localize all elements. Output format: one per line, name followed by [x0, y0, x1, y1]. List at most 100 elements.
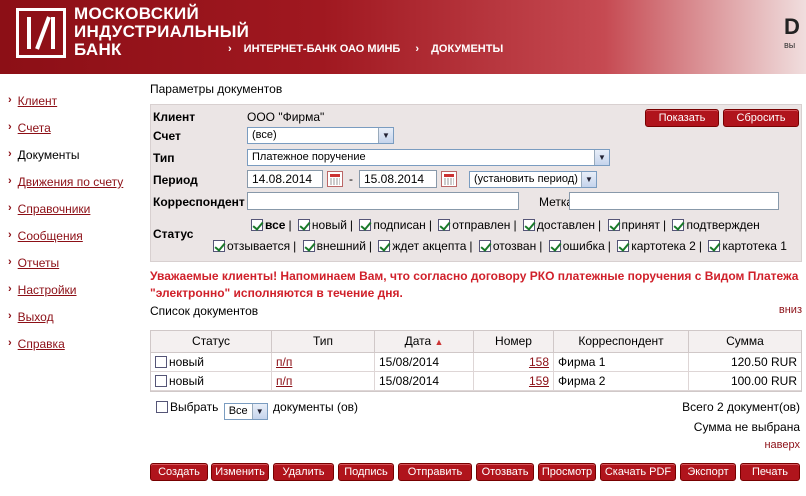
table-row[interactable]: новый п/п 15/08/2014 159 Фирма 2 100.00 …	[151, 372, 801, 391]
bank-logo[interactable]	[16, 8, 66, 58]
status-filter-file-2[interactable]: картотека 2	[617, 239, 696, 253]
status-filter-accepted[interactable]: принят	[607, 218, 660, 232]
download-pdf-button[interactable]: Скачать PDF	[600, 463, 676, 481]
sidebar-item-label[interactable]: Клиент	[18, 94, 58, 108]
breadcrumb-item-documents[interactable]: ДОКУМЕНТЫ	[431, 43, 503, 55]
checkbox[interactable]	[708, 240, 721, 252]
checkbox[interactable]	[297, 219, 310, 231]
column-header-number[interactable]: Номер	[474, 331, 554, 352]
row-checkbox[interactable]	[155, 356, 167, 368]
sidebar-item-label[interactable]: Движения по счету	[18, 175, 124, 189]
status-filter-sent[interactable]: отправлен	[438, 218, 510, 232]
document-type-link[interactable]: п/п	[276, 374, 292, 388]
print-button[interactable]: Печать	[740, 463, 800, 481]
status-filter-label: картотека 1	[722, 239, 787, 253]
status-filter-confirmed[interactable]: подтвержден	[672, 218, 760, 232]
column-header-date[interactable]: Дата ▲	[375, 331, 474, 352]
checkbox[interactable]	[213, 240, 225, 252]
select-scope-dropdown[interactable]: Все ▼	[223, 403, 268, 420]
sidebar-item-documents[interactable]: › Документы	[8, 148, 138, 175]
document-number-link[interactable]: 159	[529, 374, 549, 388]
crumb-bullet-icon: ›	[415, 43, 420, 55]
status-filter-new[interactable]: новый	[297, 218, 347, 232]
sidebar-item-label[interactable]: Документы	[18, 148, 80, 162]
checkbox[interactable]	[548, 240, 561, 252]
period-preset-select[interactable]: (установить период) ▼	[469, 171, 597, 188]
checkbox[interactable]	[359, 219, 372, 231]
delete-button[interactable]: Удалить	[273, 463, 334, 481]
column-header-correspondent[interactable]: Корреспондент	[554, 331, 689, 352]
sidebar-item-label[interactable]: Настройки	[18, 283, 77, 297]
sidebar-item-directories[interactable]: › Справочники	[8, 202, 138, 229]
mark-input[interactable]	[569, 192, 779, 210]
export-button[interactable]: Экспорт	[680, 463, 736, 481]
show-button[interactable]: Показать	[645, 109, 719, 127]
sidebar-item-client[interactable]: › Клиент	[8, 94, 138, 121]
status-filter-delivered[interactable]: доставлен	[522, 218, 595, 232]
scroll-down-link[interactable]: вниз	[779, 304, 802, 316]
sidebar-item-label[interactable]: Сообщения	[18, 229, 83, 243]
send-button[interactable]: Отправить	[398, 463, 472, 481]
sidebar-item-settings[interactable]: › Настройки	[8, 283, 138, 310]
calendar-icon[interactable]	[327, 171, 343, 187]
reset-button[interactable]: Сбросить	[723, 109, 799, 127]
bullet-icon: ›	[8, 310, 12, 322]
status-filter-external[interactable]: внешний	[302, 239, 366, 253]
sidebar-item-account-movements[interactable]: › Движения по счету	[8, 175, 138, 202]
checkbox[interactable]	[378, 240, 391, 252]
row-checkbox[interactable]	[155, 375, 167, 387]
create-button[interactable]: Создать	[150, 463, 208, 481]
column-header-type[interactable]: Тип	[272, 331, 375, 352]
column-header-status[interactable]: Статус	[151, 331, 272, 352]
sidebar-item-exit[interactable]: › Выход	[8, 310, 138, 337]
checkbox[interactable]	[607, 219, 620, 231]
status-filter-awaiting-acceptance[interactable]: ждет акцепта	[378, 239, 466, 253]
preview-button[interactable]: Просмотр	[538, 463, 596, 481]
sidebar-item-messages[interactable]: › Сообщения	[8, 229, 138, 256]
document-number-link[interactable]: 158	[529, 355, 549, 369]
status-filter-error[interactable]: ошибка	[548, 239, 605, 253]
correspondent-input[interactable]	[247, 192, 519, 210]
chevron-down-icon: ▼	[581, 172, 596, 187]
status-filter-file-1[interactable]: картотека 1	[708, 239, 787, 253]
status-filter-all[interactable]: все	[251, 218, 285, 232]
breadcrumb-item-internet-bank[interactable]: ИНТЕРНЕТ-БАНК ОАО МИНБ	[244, 43, 401, 55]
type-select[interactable]: Платежное поручение ▼	[247, 149, 610, 166]
date-to-input[interactable]: 15.08.2014	[359, 170, 437, 188]
scroll-up-link[interactable]: наверх	[764, 439, 800, 451]
account-select[interactable]: (все) ▼	[247, 127, 394, 144]
sidebar-item-label[interactable]: Справочники	[18, 202, 91, 216]
chevron-down-icon: ▼	[251, 404, 267, 419]
checkbox[interactable]	[302, 240, 315, 252]
checkbox[interactable]	[251, 219, 263, 231]
period-preset-value: (установить период)	[474, 173, 578, 185]
checkbox[interactable]	[438, 219, 451, 231]
bullet-icon: ›	[8, 283, 12, 295]
correspondent-label: Корреспондент	[153, 195, 245, 209]
column-header-amount[interactable]: Сумма	[689, 331, 801, 352]
checkbox[interactable]	[478, 240, 491, 252]
sidebar-item-label[interactable]: Отчеты	[18, 256, 59, 270]
status-filter-recalling[interactable]: отзывается	[213, 239, 290, 253]
table-row[interactable]: новый п/п 15/08/2014 158 Фирма 1 120.50 …	[151, 353, 801, 372]
sidebar-item-help[interactable]: › Справка	[8, 337, 138, 364]
sidebar-item-label[interactable]: Выход	[18, 310, 54, 324]
date-from-input[interactable]: 14.08.2014	[247, 170, 323, 188]
edit-button[interactable]: Изменить	[211, 463, 269, 481]
checkbox[interactable]	[672, 219, 685, 231]
sidebar-item-label[interactable]: Счета	[18, 121, 51, 135]
checkbox[interactable]	[617, 240, 630, 252]
checkbox[interactable]	[522, 219, 535, 231]
document-type-link[interactable]: п/п	[276, 355, 292, 369]
select-all-checkbox[interactable]	[156, 401, 168, 413]
select-label: Выбрать	[170, 400, 219, 414]
sidebar-item-label[interactable]: Справка	[18, 337, 65, 351]
sidebar-item-reports[interactable]: › Отчеты	[8, 256, 138, 283]
recall-button[interactable]: Отозвать	[476, 463, 534, 481]
sign-button[interactable]: Подпись	[338, 463, 394, 481]
sidebar-item-accounts[interactable]: › Счета	[8, 121, 138, 148]
calendar-icon[interactable]	[441, 171, 457, 187]
exit-button[interactable]: D вы	[784, 14, 806, 60]
status-filter-signed[interactable]: подписан	[359, 218, 426, 232]
status-filter-recalled[interactable]: отозван	[478, 239, 536, 253]
